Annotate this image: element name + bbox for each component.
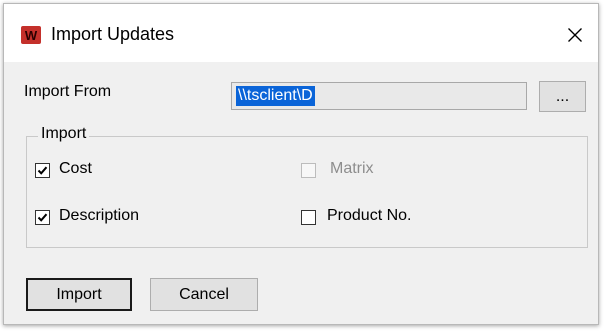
close-button[interactable] — [558, 18, 592, 52]
title-bar: W Import Updates — [4, 4, 598, 62]
import-from-path-field[interactable]: \\tsclient\D — [231, 82, 527, 110]
checkmark-icon — [37, 213, 48, 222]
import-group-legend: Import — [38, 125, 90, 143]
app-logo-icon: W — [21, 26, 41, 44]
import-from-label: Import From — [24, 83, 112, 100]
product-no-checkbox[interactable] — [301, 210, 316, 225]
cost-checkbox[interactable] — [35, 163, 50, 178]
checkmark-icon — [37, 166, 48, 175]
import-from-path-value: \\tsclient\D — [236, 86, 315, 106]
close-icon — [568, 28, 582, 42]
product-no-label[interactable]: Product No. — [327, 207, 411, 225]
description-label[interactable]: Description — [59, 207, 139, 225]
window-title: Import Updates — [51, 24, 175, 44]
cancel-button[interactable]: Cancel — [150, 278, 258, 311]
import-button[interactable]: Import — [26, 278, 132, 311]
browse-button[interactable]: ... — [539, 81, 586, 112]
matrix-label: Matrix — [330, 160, 374, 177]
import-updates-dialog: W Import Updates Import From \\tsclient\… — [3, 3, 599, 325]
app-logo-letter: W — [24, 27, 38, 43]
matrix-checkbox[interactable] — [301, 163, 316, 178]
cost-label[interactable]: Cost — [59, 160, 92, 178]
description-checkbox[interactable] — [35, 210, 50, 225]
import-group-box — [26, 136, 588, 248]
